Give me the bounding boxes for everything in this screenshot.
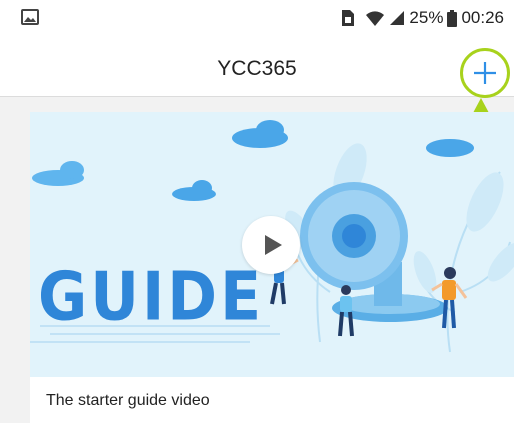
gallery-icon — [21, 9, 39, 30]
play-button[interactable] — [242, 216, 300, 274]
video-caption: The starter guide video — [46, 392, 210, 409]
starter-guide-video-card[interactable]: GUIDE The starter guide video — [30, 112, 514, 423]
video-thumbnail[interactable]: GUIDE — [30, 112, 514, 377]
play-icon — [265, 235, 282, 255]
status-bar: 25% 00:26 — [0, 0, 514, 40]
signal-icon — [389, 10, 405, 26]
page-title: YCC365 — [217, 57, 297, 80]
app-header: YCC365 — [0, 40, 514, 97]
wifi-icon — [365, 10, 385, 27]
status-indicators: 25% 00:26 — [341, 8, 504, 28]
add-device-button[interactable] — [460, 48, 510, 98]
clock: 00:26 — [461, 8, 504, 27]
sim-icon — [341, 9, 355, 27]
battery-percent: 25% — [409, 8, 444, 27]
plus-icon — [474, 62, 496, 84]
guide-text: GUIDE — [38, 258, 265, 337]
battery-icon — [447, 9, 458, 27]
